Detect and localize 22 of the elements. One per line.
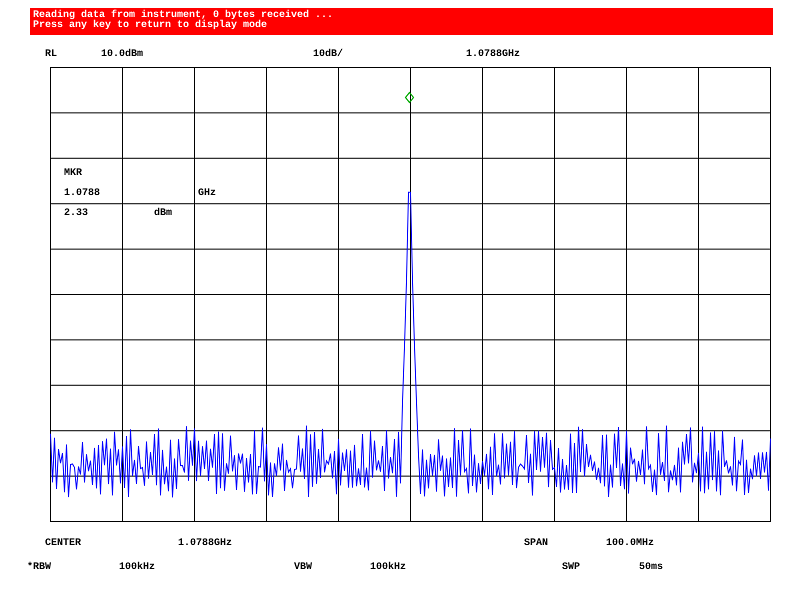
footer-label: CENTER	[45, 538, 82, 550]
header-label: 1.0788GHz	[466, 49, 520, 61]
marker-label: MKR	[64, 168, 82, 180]
footer-label: 1.0788GHz	[178, 538, 232, 550]
header-label: 10dB/	[313, 49, 344, 61]
amplitude-unit: dBm	[154, 208, 172, 220]
footer-label: 100.0MHz	[606, 538, 654, 550]
marker-amplitude: 2.33	[64, 208, 88, 220]
banner-text: Reading data from instrument, 0 bytes received ...	[33, 11, 334, 21]
footer-label: *RBW	[27, 562, 52, 574]
banner-text: Press any key to return to display mode	[33, 21, 268, 31]
footer-label: 100kHz	[119, 562, 156, 574]
footer-label: VBW	[294, 562, 312, 574]
header-label: 10.0dBm	[101, 49, 144, 61]
footer-label: 50ms	[639, 562, 664, 574]
footer-label: 100kHz	[370, 562, 406, 574]
footer-label: SWP	[562, 562, 580, 574]
marker-frequency: 1.0788	[64, 188, 100, 200]
marker-icon	[404, 92, 414, 104]
frequency-unit: GHz	[198, 188, 216, 200]
header-label: RL	[45, 49, 58, 61]
footer-label: SPAN	[524, 538, 548, 550]
